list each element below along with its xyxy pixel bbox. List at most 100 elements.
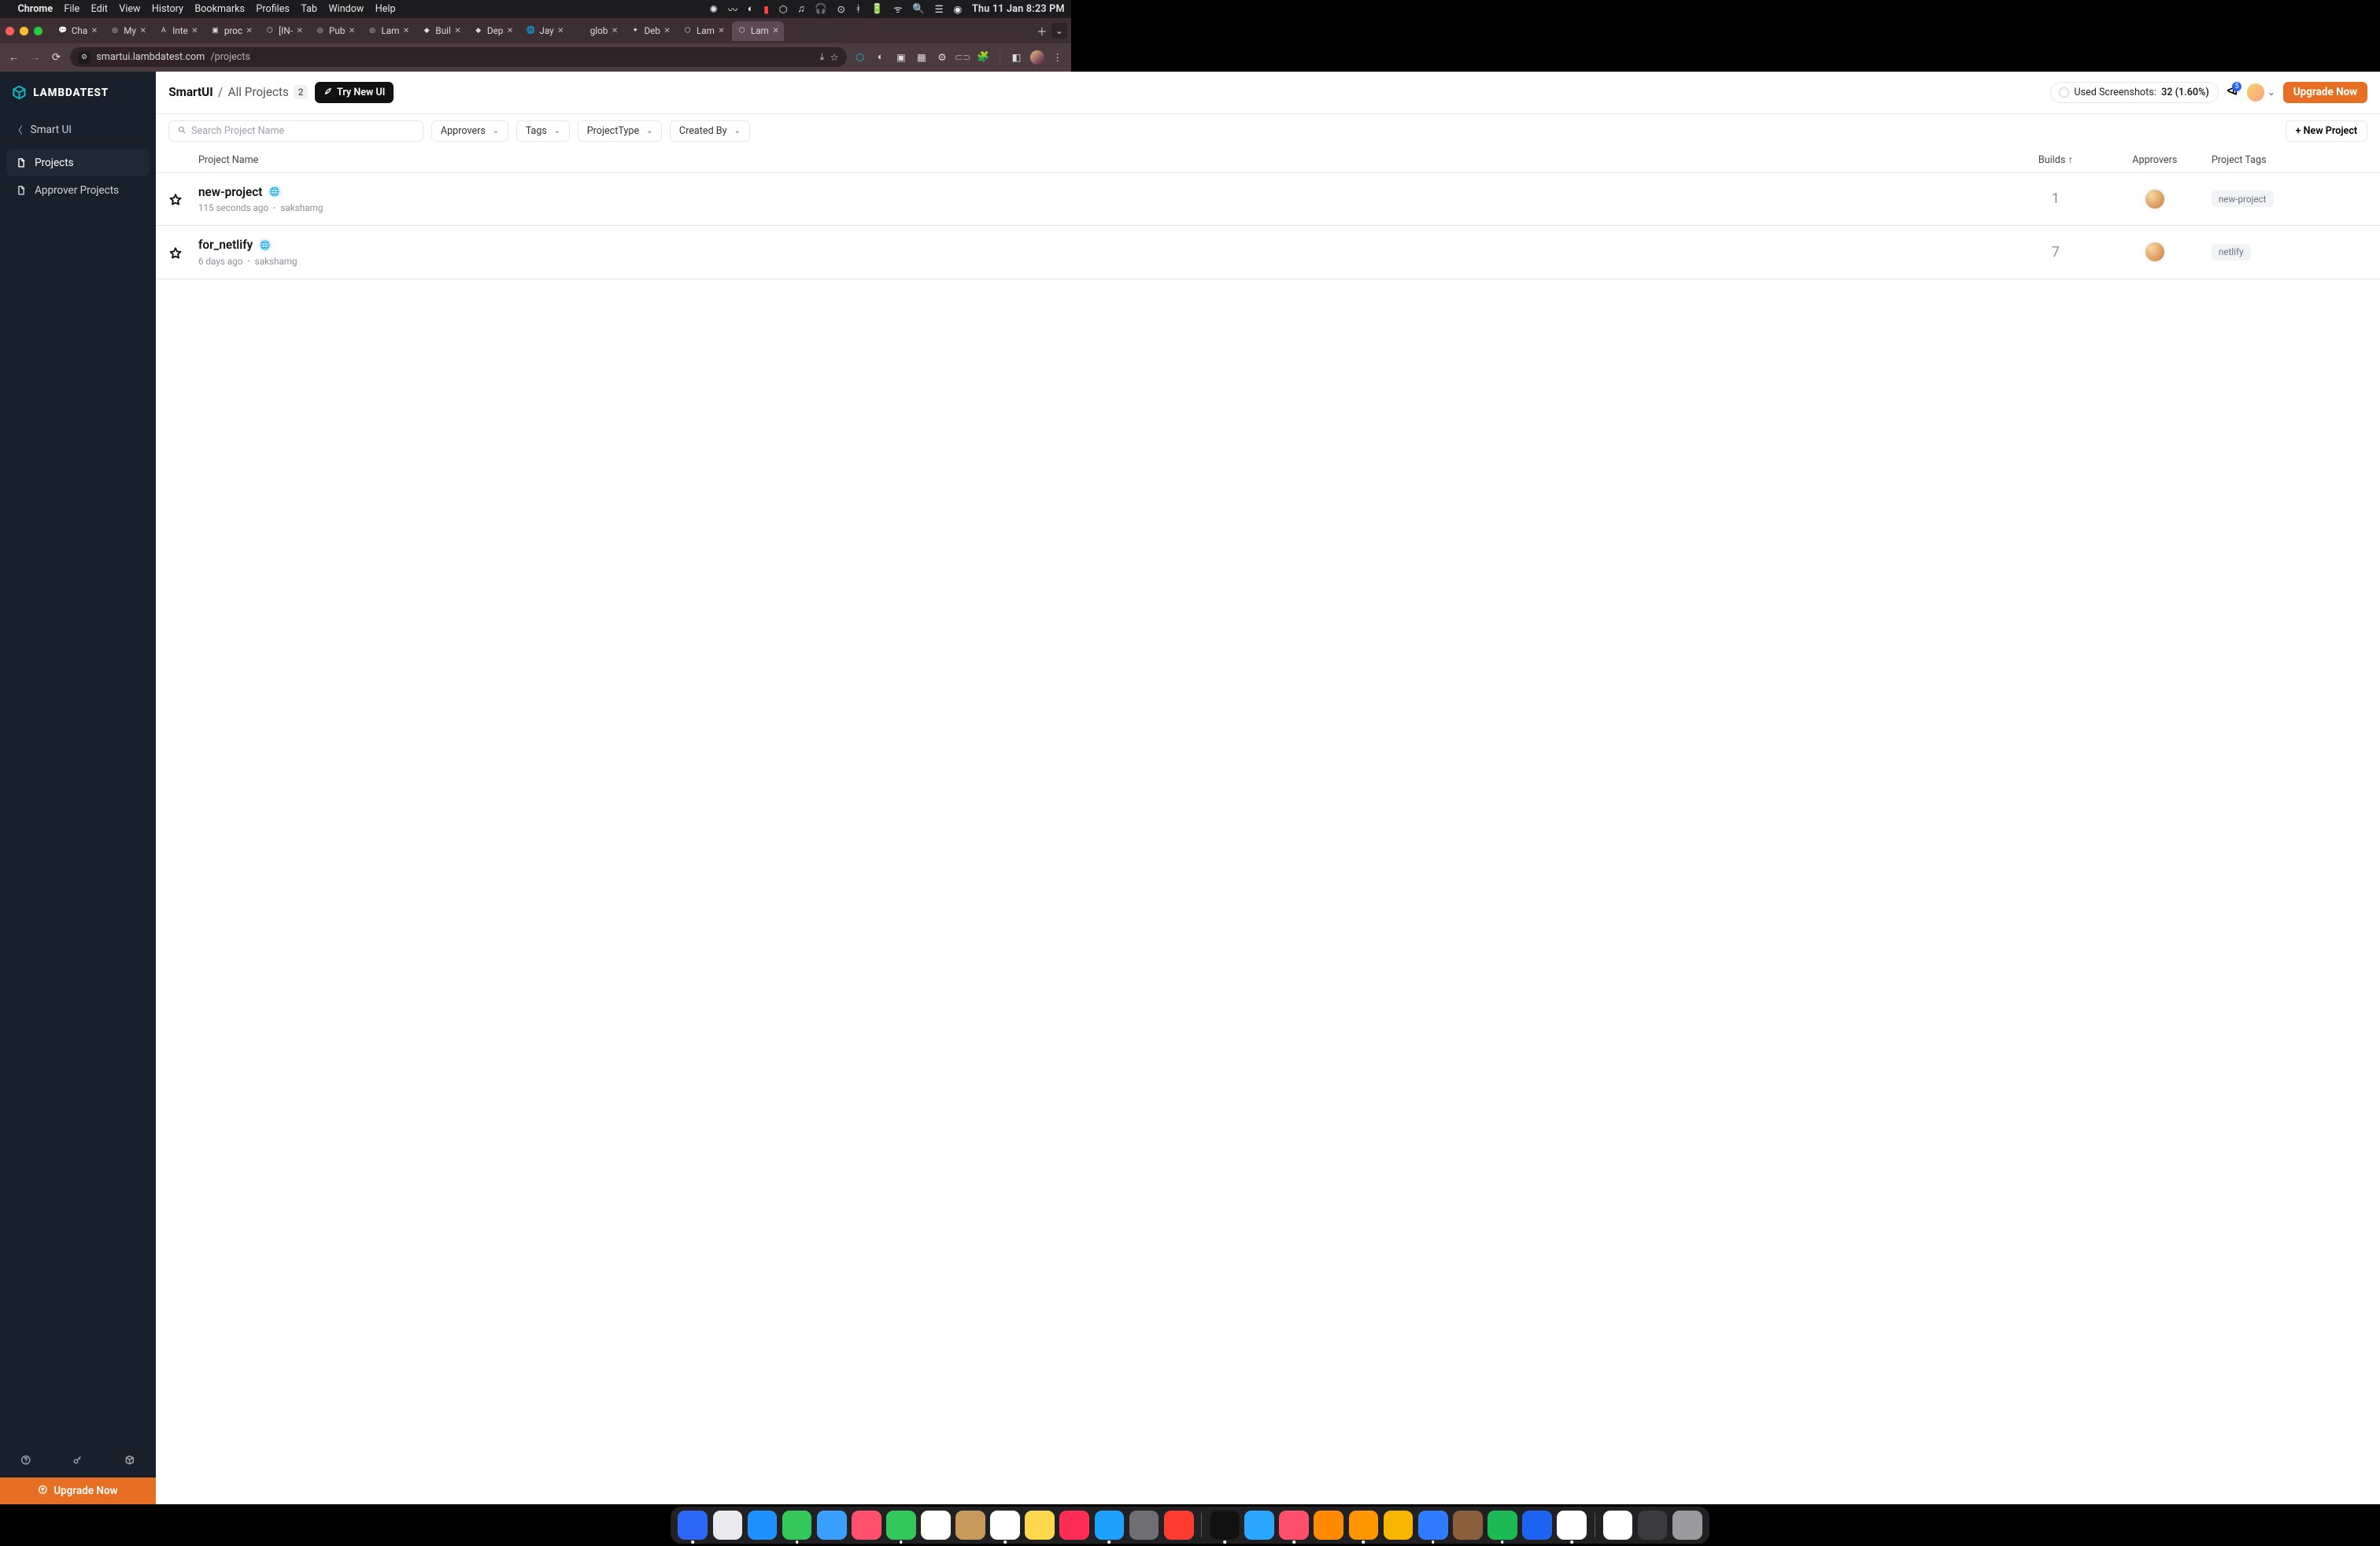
approver-avatar[interactable] xyxy=(2145,242,2165,262)
tab-close-icon[interactable]: ✕ xyxy=(403,27,409,35)
user-menu[interactable]: ⌄ xyxy=(2247,83,2276,102)
dock-app-icon[interactable] xyxy=(1557,1511,1587,1540)
dock-app-icon[interactable] xyxy=(1210,1511,1240,1540)
crumb-root[interactable]: SmartUI xyxy=(168,85,213,99)
notifications-button[interactable]: 5 xyxy=(2227,84,2239,100)
table-row[interactable]: for_netlify 🌐6 days agosakshamg7netlify xyxy=(156,226,2380,279)
th-builds[interactable]: Builds xyxy=(2013,154,2098,166)
sidebar-back[interactable]: 〈 Smart UI xyxy=(0,114,156,146)
tab-close-icon[interactable]: ✕ xyxy=(191,27,198,35)
bookmark-star-icon[interactable]: ☆ xyxy=(830,51,838,64)
upgrade-now-button[interactable]: Upgrade Now xyxy=(2283,82,2367,103)
dock-app-icon[interactable] xyxy=(1314,1511,1343,1540)
extension-icon[interactable]: ⬡ xyxy=(853,50,867,65)
filter-project-type[interactable]: ProjectType⌄ xyxy=(578,120,662,142)
chrome-tab[interactable]: ▣proc✕ xyxy=(205,21,258,41)
mac-menu-view[interactable]: View xyxy=(119,3,140,15)
extensions-menu-icon[interactable]: 🧩 xyxy=(976,50,990,65)
mac-menu-window[interactable]: Window xyxy=(328,3,364,15)
filter-approvers[interactable]: Approvers⌄ xyxy=(431,120,508,142)
dock-app-icon[interactable] xyxy=(713,1511,743,1540)
menu-extra-icon[interactable]: ⊙ xyxy=(837,3,846,16)
dock-app-icon[interactable] xyxy=(1603,1511,1633,1540)
tab-close-icon[interactable]: ✕ xyxy=(612,27,618,35)
wifi-icon[interactable]: ᯤ xyxy=(893,2,903,16)
dock-app-icon[interactable] xyxy=(852,1511,881,1540)
dock-app-icon[interactable] xyxy=(1418,1511,1448,1540)
chrome-tab[interactable]: 💬Cha✕ xyxy=(53,21,103,41)
filter-tags[interactable]: Tags⌄ xyxy=(516,120,570,142)
menu-extra-icon[interactable]: ♫ xyxy=(797,3,804,15)
th-project-tags[interactable]: Project Tags xyxy=(2212,154,2353,166)
usage-pill[interactable]: Used Screenshots: 32 (1.60%) xyxy=(2050,82,2219,103)
dock-app-icon[interactable] xyxy=(1279,1511,1309,1540)
tab-close-icon[interactable]: ✕ xyxy=(557,27,564,35)
menu-extra-icon[interactable]: ▮ xyxy=(763,3,769,16)
spotlight-icon[interactable]: 🔍 xyxy=(912,3,925,15)
extension-icon[interactable]: ⊂⊃ xyxy=(955,50,970,65)
chrome-tab[interactable]: ◆Buil✕ xyxy=(416,21,466,41)
chrome-tab[interactable]: ✦Deb✕ xyxy=(625,21,675,41)
favorite-star-button[interactable] xyxy=(168,190,198,207)
extension-icon[interactable]: ▣ xyxy=(894,50,908,65)
dock-app-icon[interactable] xyxy=(955,1511,985,1540)
battery-icon[interactable]: 🔋 xyxy=(871,3,884,15)
filter-created-by[interactable]: Created By⌄ xyxy=(670,120,750,142)
th-project-name[interactable]: Project Name xyxy=(198,154,2013,166)
siri-icon[interactable]: ◉ xyxy=(953,3,962,16)
mac-menu-tab[interactable]: Tab xyxy=(301,3,317,15)
window-controls[interactable] xyxy=(6,27,42,35)
dock-app-icon[interactable] xyxy=(1349,1511,1379,1540)
mac-menu-edit[interactable]: Edit xyxy=(91,3,108,15)
control-center-icon[interactable]: ☰ xyxy=(935,3,944,16)
tab-close-icon[interactable]: ✕ xyxy=(772,27,778,35)
extension-icon[interactable]: ▦ xyxy=(915,50,929,65)
dock-app-icon[interactable] xyxy=(1638,1511,1668,1540)
menu-extra-icon[interactable]: ⬡ xyxy=(779,3,788,16)
site-settings-icon[interactable]: ⚙︎ xyxy=(78,51,91,64)
chrome-tab[interactable]: ◎Lam✕ xyxy=(362,21,414,41)
key-icon[interactable] xyxy=(72,1455,83,1469)
dock-app-icon[interactable] xyxy=(1384,1511,1414,1540)
dock-app-icon[interactable] xyxy=(782,1511,812,1540)
tab-close-icon[interactable]: ✕ xyxy=(718,27,724,35)
mac-menu-profiles[interactable]: Profiles xyxy=(256,3,290,15)
th-approvers[interactable]: Approvers xyxy=(2098,154,2212,166)
dock-app-icon[interactable] xyxy=(990,1511,1020,1540)
extension-icon[interactable]: ⚙︎ xyxy=(935,50,949,65)
tab-close-icon[interactable]: ✕ xyxy=(246,27,253,35)
dock-app-icon[interactable] xyxy=(1129,1511,1159,1540)
chrome-tab[interactable]: AInte✕ xyxy=(153,21,203,41)
install-app-icon[interactable]: ⤓ xyxy=(820,51,825,63)
dock-app-icon[interactable] xyxy=(1453,1511,1483,1540)
help-icon[interactable] xyxy=(20,1455,31,1469)
tab-close-icon[interactable]: ✕ xyxy=(140,27,146,35)
window-minimize-icon[interactable] xyxy=(20,27,28,35)
tab-close-icon[interactable]: ✕ xyxy=(349,27,355,35)
mac-menu-file[interactable]: File xyxy=(64,3,79,15)
dock-app-icon[interactable] xyxy=(1672,1511,1702,1540)
sidebar-upgrade-button[interactable]: Upgrade Now xyxy=(0,1478,156,1504)
project-name[interactable]: new-project 🌐 xyxy=(198,185,2013,199)
project-tag-chip[interactable]: netlify xyxy=(2212,244,2251,261)
tab-close-icon[interactable]: ✕ xyxy=(507,27,513,35)
headphones-icon[interactable]: 🎧 xyxy=(815,3,827,15)
window-zoom-icon[interactable] xyxy=(34,27,42,35)
mac-clock[interactable]: Thu 11 Jan 8:23 PM xyxy=(972,3,1065,15)
mac-menu-bookmarks[interactable]: Bookmarks xyxy=(194,3,245,15)
tab-close-icon[interactable]: ✕ xyxy=(91,27,98,35)
chrome-tab[interactable]: ⬡[IN-✕ xyxy=(260,21,308,41)
new-project-button[interactable]: + New Project xyxy=(2286,120,2367,142)
reload-button[interactable]: ⟳ xyxy=(49,50,64,65)
brand[interactable]: LAMBDATEST xyxy=(0,72,156,114)
dock-app-icon[interactable] xyxy=(1059,1511,1089,1540)
chrome-menu-icon[interactable]: ⋮ xyxy=(1051,50,1065,65)
forward-button[interactable]: → xyxy=(28,50,42,65)
tab-close-icon[interactable]: ✕ xyxy=(663,27,670,35)
chrome-tab[interactable]: glob✕ xyxy=(571,21,623,41)
menu-extra-icon[interactable]: ◐ xyxy=(748,3,754,15)
approver-avatar[interactable] xyxy=(2145,189,2165,209)
tab-close-icon[interactable]: ✕ xyxy=(454,27,460,35)
favorite-star-button[interactable] xyxy=(168,244,198,261)
dock-app-icon[interactable] xyxy=(678,1511,708,1540)
